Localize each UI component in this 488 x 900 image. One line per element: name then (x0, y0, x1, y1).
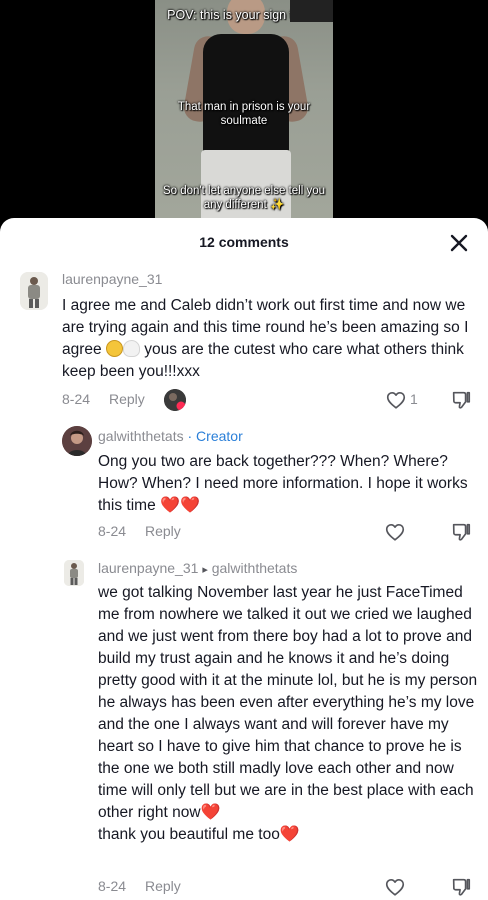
like-button[interactable] (385, 389, 407, 411)
comment-text: I agree me and Caleb didn’t work out fir… (62, 295, 472, 383)
reply-button[interactable]: Reply (109, 391, 145, 407)
video-corner (290, 0, 333, 22)
dislike-button[interactable] (450, 876, 472, 898)
like-count: 1 (410, 391, 418, 407)
reply-username-text[interactable]: galwiththetats (98, 428, 184, 444)
avatar-image (64, 560, 84, 586)
comment-date: 8-24 (98, 878, 127, 894)
dislike-button[interactable] (450, 389, 472, 411)
thumbs-down-icon (452, 391, 471, 409)
creator-liked-icon (164, 389, 186, 411)
reply-text-part: we got talking November last year he jus… (98, 584, 478, 821)
creator-liked-avatar (164, 389, 186, 411)
avatar[interactable] (62, 426, 92, 456)
video-frame: POV: this is your sign that... That man … (155, 0, 333, 232)
reply-item: laurenpayne_31 ▸ galwiththetats we got t… (0, 558, 488, 900)
red-heart-emoji: ❤️❤️ (160, 497, 200, 514)
red-heart-emoji: ❤️ (279, 826, 300, 843)
sheet-header: 12 comments (0, 218, 488, 266)
like-button[interactable] (384, 521, 406, 543)
heart-outline-icon (385, 879, 405, 896)
video-person (203, 34, 289, 164)
thumbs-down-icon (452, 523, 471, 541)
reply-text: Ong you two are back together??? When? W… (98, 451, 476, 517)
reply-text-part: Ong you two are back together??? When? W… (98, 453, 468, 514)
reply-username: galwiththetats · Creator (98, 428, 243, 444)
avatar-image (62, 426, 92, 456)
red-heart-emoji: ❤️ (200, 804, 221, 821)
comment-date: 8-24 (62, 391, 91, 407)
comments-sheet: 12 comments laurenpayne_31 I agree me an… (0, 218, 488, 900)
reply-username-text[interactable]: laurenpayne_31 (98, 560, 198, 576)
reply-arrow-icon: ▸ (202, 564, 208, 576)
reply-text-part: thank you beautiful me too (98, 826, 280, 843)
comment-count: 12 comments (199, 234, 289, 250)
close-icon (450, 234, 468, 252)
reply-item: galwiththetats · Creator Ong you two are… (0, 423, 488, 548)
video-caption-2: That man in prison is your soulmate (177, 101, 311, 127)
comment-username[interactable]: laurenpayne_31 (62, 271, 162, 287)
reply-button[interactable]: Reply (145, 523, 181, 539)
pleading-face-emoji (105, 340, 123, 357)
thumbs-down-icon (452, 878, 471, 896)
video-preview[interactable]: POV: this is your sign that... That man … (0, 0, 488, 232)
reply-text: we got talking November last year he jus… (98, 582, 480, 846)
reply-to-username[interactable]: galwiththetats (212, 560, 298, 576)
dislike-button[interactable] (450, 521, 472, 543)
heart-outline-icon (386, 392, 406, 409)
reply-button[interactable]: Reply (145, 878, 181, 894)
close-button[interactable] (447, 231, 471, 255)
avatar[interactable] (64, 560, 84, 586)
avatar[interactable] (20, 272, 48, 310)
like-button[interactable] (384, 876, 406, 898)
avatar-image (20, 272, 48, 310)
video-caption-3: So don't let anyone else tell you any di… (162, 185, 326, 211)
comment-item: laurenpayne_31 I agree me and Caleb didn… (0, 268, 488, 418)
white-heart-emoji (122, 340, 140, 357)
reply-username: laurenpayne_31 ▸ galwiththetats (98, 560, 297, 576)
comment-date: 8-24 (98, 523, 127, 539)
heart-outline-icon (385, 524, 405, 541)
creator-badge: · Creator (187, 428, 243, 444)
